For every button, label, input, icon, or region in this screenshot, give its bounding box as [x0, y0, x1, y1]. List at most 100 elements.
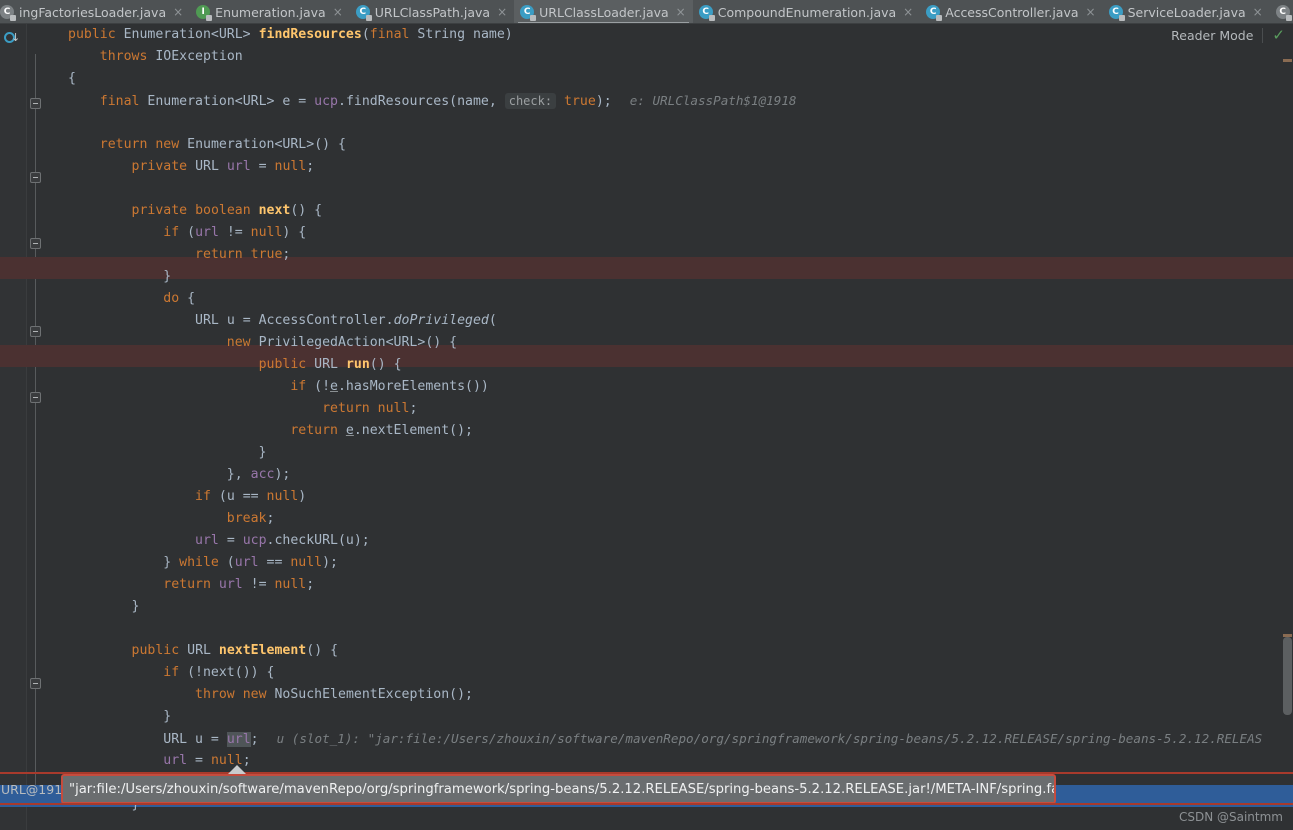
code-line[interactable]: } [46, 596, 140, 618]
fold-marker-icon[interactable] [30, 392, 41, 403]
lock-icon [1118, 15, 1125, 21]
tab-enumeration[interactable]: I Enumeration.java × [190, 0, 350, 23]
tab-urlclassloader[interactable]: C URLClassLoader.java × [514, 0, 693, 23]
popup-value-box[interactable]: "jar:file:/Users/zhouxin/software/mavenR… [61, 774, 1056, 804]
close-icon[interactable]: × [903, 6, 913, 18]
tab-urlclasspath[interactable]: C URLClassPath.java × [350, 0, 514, 23]
class-file-icon: C [698, 5, 715, 21]
class-file-icon: C [1108, 5, 1125, 21]
tab-accesscontroller[interactable]: C AccessController.java × [920, 0, 1102, 23]
code-line[interactable]: } [46, 442, 267, 464]
scrollbar-error-stripe [1283, 59, 1292, 62]
code-line[interactable]: public URL run() { [46, 354, 402, 376]
inline-value-hint: e: URLClassPath$1@1918 [629, 93, 797, 108]
close-icon[interactable]: × [1253, 6, 1263, 18]
code-line[interactable]: url = null; [46, 750, 250, 772]
code-line[interactable]: if (!next()) { [46, 662, 274, 684]
code-line[interactable]: return url != null; [46, 574, 314, 596]
class-file-icon: C [520, 5, 537, 21]
code-editor[interactable]: ↓ ✓ ✓ public Enumeration<URL> findResour… [0, 24, 1293, 830]
editor-gutter[interactable] [0, 24, 26, 830]
code-line[interactable]: } [46, 706, 171, 728]
code-line[interactable]: do { [46, 288, 195, 310]
class-file-icon: C [1275, 5, 1292, 21]
inline-value-hint: u (slot_1): "jar:file:/Users/zhouxin/sof… [276, 731, 1263, 746]
editor-tab-bar[interactable]: C ingFactoriesLoader.java × I Enumeratio… [0, 0, 1293, 24]
close-icon[interactable]: × [173, 6, 183, 18]
code-line[interactable]: throw new NoSuchElementException(); [46, 684, 473, 706]
watermark: CSDN @Saintmm [1178, 810, 1283, 824]
breakpoint-verified-check: ✓ [9, 261, 19, 274]
code-line[interactable]: final Enumeration<URL> e = ucp.findResou… [46, 90, 797, 112]
tab-classloader[interactable]: C ClassLoader.java × [1270, 0, 1293, 23]
fold-marker-icon[interactable] [30, 172, 41, 183]
tab-serviceloader[interactable]: C ServiceLoader.java × [1103, 0, 1270, 23]
tab-compoundenumeration[interactable]: C CompoundEnumeration.java × [693, 0, 921, 23]
breakpoint-icon[interactable]: ✓ [5, 260, 20, 275]
class-file-icon: C [355, 5, 372, 21]
lock-icon [936, 15, 943, 21]
breakpoint-verified-check: ✓ [9, 349, 19, 362]
fold-marker-icon[interactable] [30, 678, 41, 689]
lock-icon [530, 15, 537, 21]
interface-file-icon: I [196, 5, 213, 21]
code-line[interactable]: public URL nextElement() { [46, 640, 338, 662]
tab-label: Enumeration.java [215, 4, 326, 20]
gutter-divider [26, 24, 27, 830]
code-line[interactable]: private URL url = null; [46, 156, 315, 178]
code-line[interactable]: if (u == null) [46, 486, 306, 508]
tab-label: URLClassLoader.java [539, 4, 669, 20]
code-line[interactable]: if (url != null) { [46, 222, 306, 244]
code-line[interactable]: } [46, 266, 171, 288]
code-line[interactable]: private boolean next() { [46, 200, 323, 222]
popup-value-text: "jar:file:/Users/zhouxin/software/mavenR… [69, 781, 1056, 797]
implementing-method-icon[interactable]: ↓ [4, 30, 20, 45]
inline-param-hint: check: [504, 93, 557, 109]
scrollbar-thumb[interactable] [1283, 637, 1292, 715]
code-line[interactable]: if (!e.hasMoreElements()) [46, 376, 489, 398]
close-icon[interactable]: × [1086, 6, 1096, 18]
close-icon[interactable]: × [333, 6, 343, 18]
tab-label: CompoundEnumeration.java [717, 4, 897, 20]
code-line[interactable]: return e.nextElement(); [46, 420, 473, 442]
fold-marker-icon[interactable] [30, 98, 41, 109]
code-line[interactable]: URL u = AccessController.doPrivileged( [46, 310, 497, 332]
class-file-icon: C [926, 5, 943, 21]
ide-window: C ingFactoriesLoader.java × I Enumeratio… [0, 0, 1293, 830]
tab-spring-factories-loader[interactable]: C ingFactoriesLoader.java × [0, 0, 190, 23]
code-line[interactable]: break; [46, 508, 275, 530]
tab-label: AccessController.java [945, 4, 1079, 20]
lock-icon [708, 15, 715, 21]
code-line[interactable]: return true; [46, 244, 290, 266]
editor-scrollbar[interactable] [1281, 24, 1293, 830]
code-line[interactable]: url = ucp.checkURL(u); [46, 530, 370, 552]
code-line[interactable]: new PrivilegedAction<URL>() { [46, 332, 457, 354]
code-line[interactable]: return null; [46, 398, 417, 420]
source-code[interactable]: public Enumeration<URL> findResources(fi… [46, 24, 1293, 830]
fold-marker-icon[interactable] [30, 238, 41, 249]
code-line[interactable]: return new Enumeration<URL>() { [46, 134, 346, 156]
code-line[interactable]: } while (url == null); [46, 552, 338, 574]
close-icon[interactable]: × [497, 6, 507, 18]
reader-mode-label: Reader Mode [1171, 28, 1254, 43]
popup-bottom-rule [0, 803, 1293, 805]
lock-icon [365, 15, 372, 21]
lock-icon [1285, 15, 1292, 21]
tab-label: URLClassPath.java [374, 4, 491, 20]
breakpoint-icon[interactable]: ✓ [5, 348, 20, 363]
tab-label: ServiceLoader.java [1127, 4, 1246, 20]
fold-marker-icon[interactable] [30, 326, 41, 337]
code-line[interactable]: public Enumeration<URL> findResources(fi… [46, 24, 513, 46]
reader-mode-indicator[interactable]: Reader Mode ✓ [1171, 28, 1285, 43]
code-line[interactable]: { [46, 68, 76, 90]
class-file-icon: C [0, 5, 16, 21]
code-line[interactable]: }, acc); [46, 464, 291, 486]
close-icon[interactable]: × [676, 6, 686, 18]
popup-caret-icon [228, 765, 246, 774]
tab-label: ingFactoriesLoader.java [19, 4, 167, 20]
code-line[interactable]: URL u = url; u (slot_1): "jar:file:/Users… [46, 728, 1262, 750]
debug-value-popup[interactable]: URL@1919} "jar:file:/Users/zhouxin/softw… [0, 765, 1293, 804]
lock-icon [206, 15, 213, 21]
code-line[interactable]: throws IOException [46, 46, 243, 68]
divider [1262, 28, 1264, 43]
